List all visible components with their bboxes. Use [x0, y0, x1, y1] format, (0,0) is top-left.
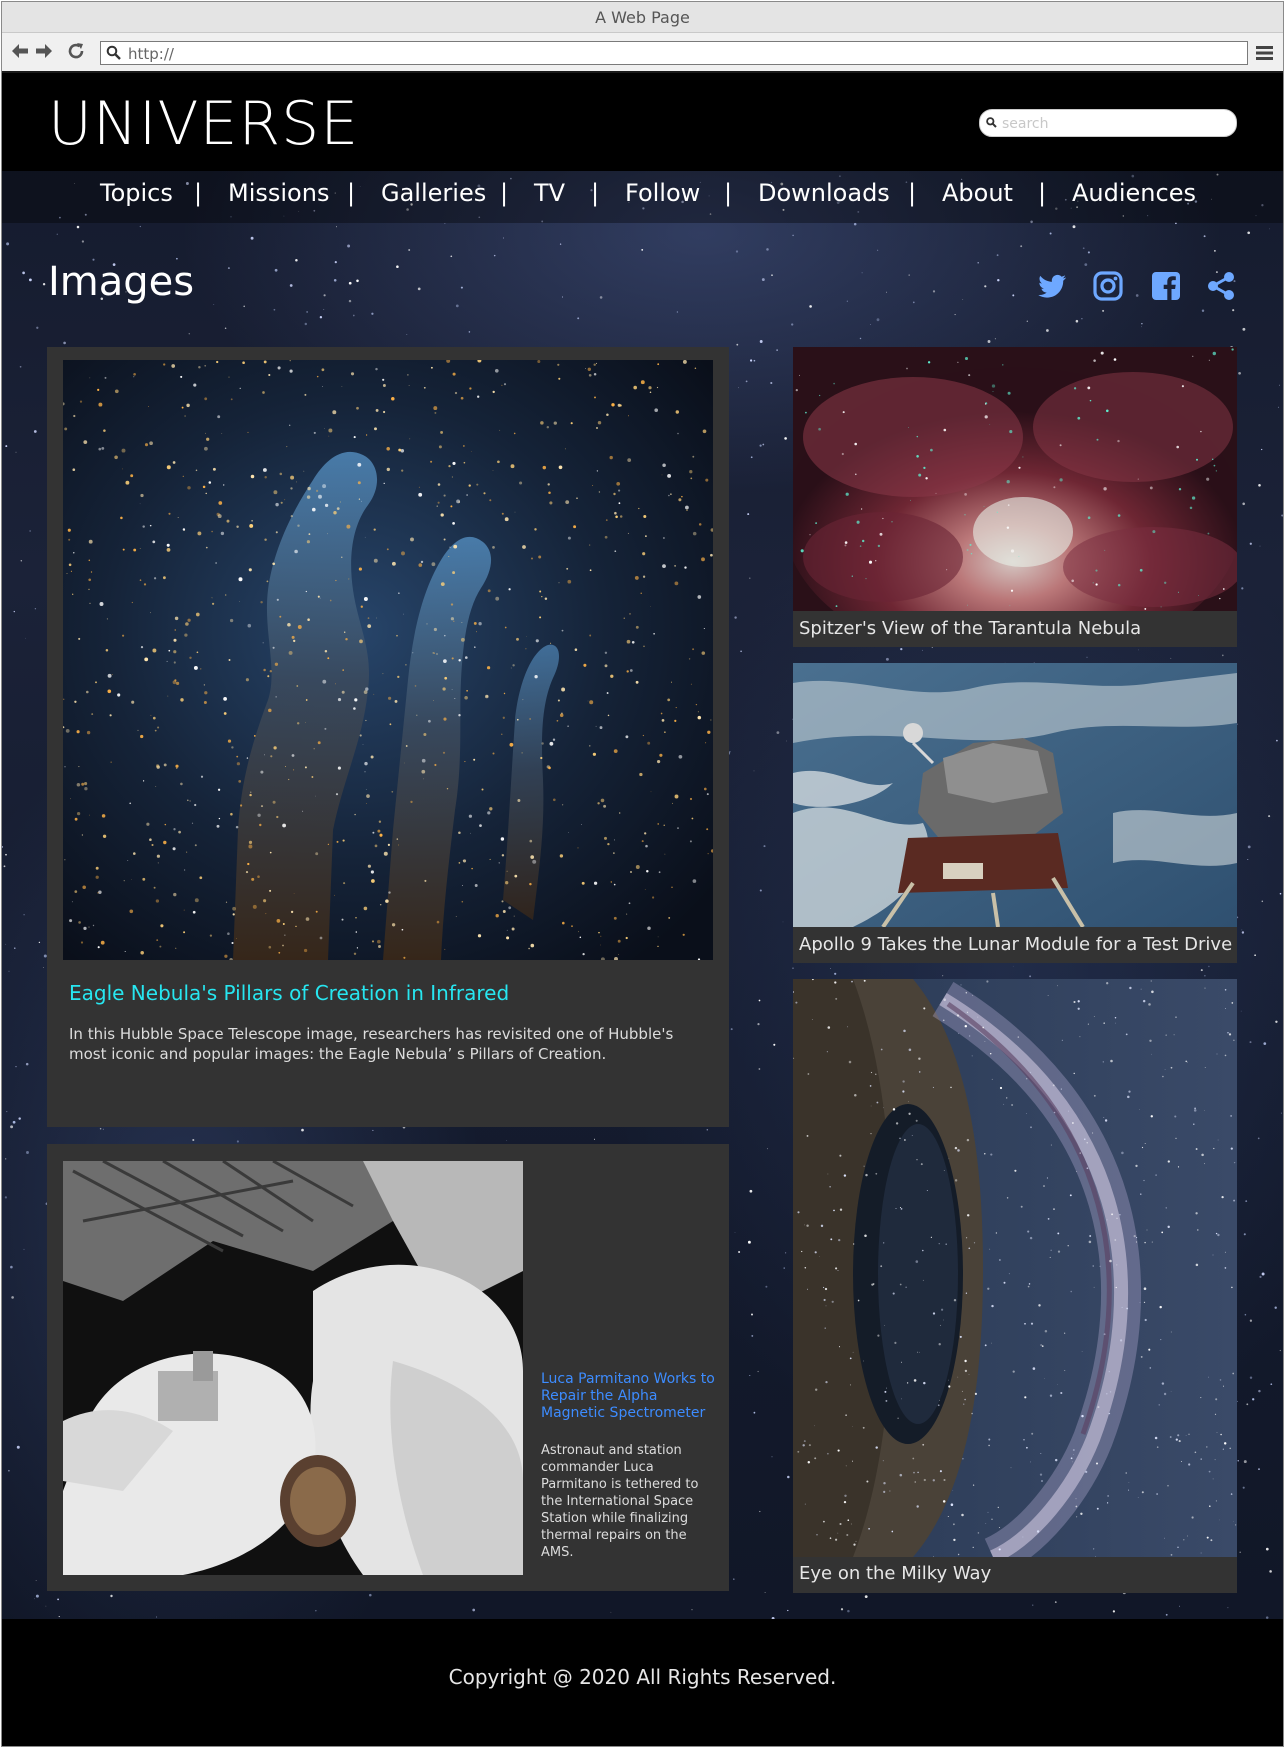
url-text: http://: [128, 45, 174, 63]
nav-galleries[interactable]: Galleries: [381, 179, 486, 207]
astronaut-title-link[interactable]: Luca Parmitano Works to Repair the Alpha…: [541, 1371, 716, 1422]
instagram-icon[interactable]: [1092, 270, 1124, 302]
apollo-card: Apollo 9 Takes the Lunar Module for a Te…: [793, 663, 1237, 963]
reload-icon[interactable]: [66, 41, 88, 61]
milky-way-caption[interactable]: Eye on the Milky Way: [799, 1563, 991, 1584]
featured-description: In this Hubble Space Telescope image, re…: [69, 1025, 674, 1063]
main-nav: Topics | Missions | Galleries | TV | Fol…: [2, 171, 1283, 223]
nav-about[interactable]: About: [942, 179, 1013, 207]
tarantula-card: Spitzer's View of the Tarantula Nebula: [793, 347, 1237, 647]
back-arrow-icon[interactable]: [10, 41, 32, 61]
window-title: A Web Page: [2, 2, 1283, 33]
astronaut-card: Luca Parmitano Works to Repair the Alpha…: [47, 1144, 729, 1591]
nav-separator: |: [591, 179, 600, 207]
magnifier-icon: [106, 45, 121, 60]
address-bar[interactable]: http://: [100, 41, 1248, 65]
facebook-icon[interactable]: [1150, 270, 1182, 302]
nav-separator: |: [194, 179, 203, 207]
web-page: UNIVERSE Topics | Missions | Galleries |…: [2, 73, 1283, 1746]
nav-separator: |: [724, 179, 733, 207]
milky-way-image[interactable]: [793, 979, 1237, 1557]
nav-missions[interactable]: Missions: [228, 179, 329, 207]
search-box[interactable]: [979, 109, 1237, 137]
search-input[interactable]: [1000, 113, 1229, 134]
twitter-icon[interactable]: [1036, 270, 1068, 302]
nav-separator: |: [908, 179, 917, 207]
browser-toolbar: http://: [2, 33, 1283, 73]
site-header: UNIVERSE: [2, 73, 1283, 171]
milky-way-card: Eye on the Milky Way: [793, 979, 1237, 1593]
astronaut-image[interactable]: [63, 1161, 523, 1575]
nav-follow[interactable]: Follow: [625, 179, 700, 207]
astronaut-description: Astronaut and station commander Luca Par…: [541, 1443, 699, 1560]
nav-audiences[interactable]: Audiences: [1072, 179, 1196, 207]
hamburger-menu-icon[interactable]: [1256, 45, 1273, 60]
featured-title-link[interactable]: Eagle Nebula's Pillars of Creation in In…: [69, 981, 709, 1005]
eagle-nebula-image[interactable]: [63, 360, 713, 960]
site-logo[interactable]: UNIVERSE: [48, 89, 359, 159]
share-icon[interactable]: [1205, 270, 1237, 302]
copyright-text: Copyright @ 2020 All Rights Reserved.: [448, 1665, 837, 1689]
tarantula-caption[interactable]: Spitzer's View of the Tarantula Nebula: [799, 618, 1141, 639]
nav-tv[interactable]: TV: [534, 179, 565, 207]
search-icon: [986, 117, 997, 128]
apollo-caption[interactable]: Apollo 9 Takes the Lunar Module for a Te…: [799, 934, 1232, 955]
nav-downloads[interactable]: Downloads: [758, 179, 890, 207]
nav-topics[interactable]: Topics: [100, 179, 173, 207]
nav-separator: |: [500, 179, 509, 207]
browser-window: A Web Page http:// UNIVERSE search Topic…: [1, 1, 1284, 1747]
apollo-lunar-module-image[interactable]: [793, 663, 1237, 927]
featured-card: Eagle Nebula's Pillars of Creation in In…: [47, 347, 729, 1127]
site-footer: Copyright @ 2020 All Rights Reserved.: [2, 1619, 1283, 1746]
nav-separator: |: [347, 179, 356, 207]
forward-arrow-icon[interactable]: [34, 41, 56, 61]
tarantula-nebula-image[interactable]: [793, 347, 1237, 611]
nav-separator: |: [1038, 179, 1047, 207]
page-title: Images: [48, 259, 195, 305]
